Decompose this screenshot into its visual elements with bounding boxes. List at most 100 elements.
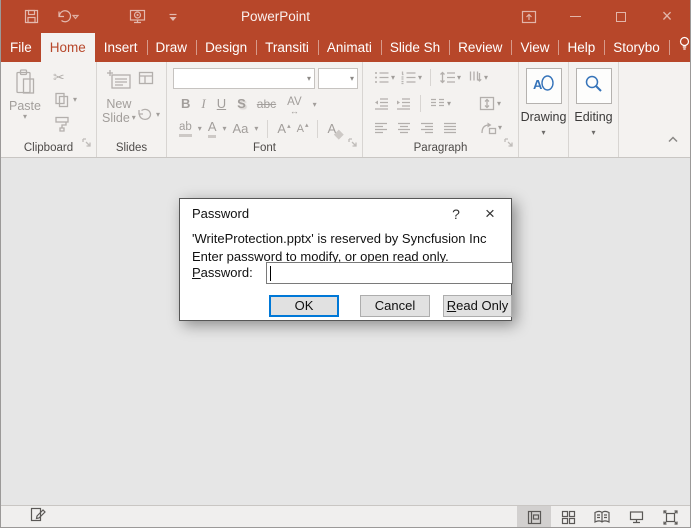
font-color-caret: ▾ xyxy=(222,125,226,133)
paste-button[interactable]: Paste ▾ xyxy=(9,68,41,121)
tab-design[interactable]: Design xyxy=(196,33,256,62)
drawing-label: Drawing xyxy=(519,110,568,124)
ribbon: Paste ▾ ✂ ▾ Clipboard New Slide▾ xyxy=(1,62,690,158)
text-direction-button[interactable]: ▾ xyxy=(466,69,488,86)
dialog-message-line1: 'WriteProtection.pptx' is reserved by Sy… xyxy=(192,230,499,248)
tab-storyboarding[interactable]: Storybo xyxy=(604,33,669,62)
underline-button[interactable]: U xyxy=(217,97,226,111)
strikethrough-button[interactable]: abc xyxy=(257,98,276,111)
tab-draw[interactable]: Draw xyxy=(147,33,197,62)
tab-file[interactable]: File xyxy=(1,33,41,62)
save-icon[interactable] xyxy=(23,8,40,25)
increase-indent-icon[interactable] xyxy=(395,96,412,111)
drawing-caret[interactable]: ▾ xyxy=(519,128,568,137)
fit-slide-to-window-button[interactable] xyxy=(653,506,687,528)
group-font: ▾ ▾ B I U S abc AV↔ ▾ ab ▾ A ▾ Aa ▾ A▴ xyxy=(167,62,363,157)
align-right-icon[interactable] xyxy=(419,121,435,135)
tab-slide-show[interactable]: Slide Sh xyxy=(381,33,449,62)
group-editing: Editing ▾ xyxy=(569,62,619,157)
dialog-help-button[interactable]: ? xyxy=(439,199,473,228)
read-only-button[interactable]: Read Only xyxy=(443,295,512,317)
tab-help[interactable]: Help xyxy=(558,33,604,62)
collapse-ribbon-icon[interactable] xyxy=(666,131,680,149)
grow-font-button[interactable]: A▴ xyxy=(277,122,290,136)
character-spacing-button[interactable]: AV↔ xyxy=(287,96,302,113)
reset-caret: ▾ xyxy=(156,111,160,119)
group-drawing: A Drawing ▾ xyxy=(519,62,569,157)
font-dialog-launcher-icon[interactable] xyxy=(348,135,358,153)
paragraph-dialog-launcher-icon[interactable] xyxy=(504,135,514,153)
font-color-button[interactable]: A xyxy=(208,120,217,138)
clipboard-dialog-launcher-icon[interactable] xyxy=(82,135,92,153)
text-direction-caret: ▾ xyxy=(484,74,488,82)
font-group-label: Font xyxy=(167,142,362,154)
tab-insert[interactable]: Insert xyxy=(95,33,147,62)
font-name-caret: ▾ xyxy=(307,75,311,83)
new-slide-button[interactable]: New Slide▾ xyxy=(102,68,136,125)
bullets-button[interactable]: ▾ xyxy=(373,69,395,86)
cut-icon[interactable]: ✂ xyxy=(53,70,77,84)
font-size-combobox[interactable]: ▾ xyxy=(318,68,358,89)
tab-view[interactable]: View xyxy=(511,33,558,62)
change-case-caret: ▾ xyxy=(254,125,258,133)
editing-caret[interactable]: ▾ xyxy=(569,128,618,137)
shrink-font-button[interactable]: A▴ xyxy=(297,123,309,135)
password-input[interactable] xyxy=(267,263,512,283)
italic-button[interactable]: I xyxy=(201,97,205,111)
bold-button[interactable]: B xyxy=(181,97,190,111)
format-painter-icon[interactable] xyxy=(53,115,77,137)
columns-button[interactable]: ▾ xyxy=(429,96,451,111)
change-case-button[interactable]: Aa xyxy=(233,122,249,136)
tab-tell-me[interactable]: Tell me xyxy=(669,33,691,62)
align-text-button[interactable]: ▾ xyxy=(478,95,501,112)
tab-transitions[interactable]: Transiti xyxy=(256,33,318,62)
customize-quick-access-icon[interactable] xyxy=(167,10,179,24)
ok-button[interactable]: OK xyxy=(269,295,339,317)
slides-group-label: Slides xyxy=(97,142,166,154)
paragraph-group-label: Paragraph xyxy=(363,142,518,154)
cancel-button[interactable]: Cancel xyxy=(360,295,430,317)
password-label: Password: xyxy=(192,265,253,280)
new-slide-icon xyxy=(106,68,132,97)
drawing-icon: A xyxy=(531,72,557,101)
dialog-title-bar: Password ? × xyxy=(180,199,511,228)
line-spacing-caret: ▾ xyxy=(457,74,461,82)
highlight-button[interactable]: ab xyxy=(179,121,192,138)
tab-home[interactable]: Home xyxy=(41,33,95,62)
start-slideshow-icon[interactable] xyxy=(128,8,147,25)
group-clipboard: Paste ▾ ✂ ▾ Clipboard xyxy=(1,62,97,157)
dialog-close-button[interactable]: × xyxy=(473,199,507,228)
ribbon-display-options-icon[interactable] xyxy=(506,0,552,33)
normal-view-button[interactable] xyxy=(517,506,551,528)
undo-icon[interactable] xyxy=(54,8,80,25)
decrease-indent-icon[interactable] xyxy=(373,96,390,111)
slide-sorter-view-button[interactable] xyxy=(551,506,585,528)
convert-smartart-button[interactable]: ▾ xyxy=(479,120,502,136)
text-cursor xyxy=(270,266,271,281)
line-spacing-button[interactable]: ▾ xyxy=(439,69,461,86)
copy-button[interactable]: ▾ xyxy=(53,91,77,108)
notes-icon[interactable] xyxy=(29,506,48,528)
minimize-button[interactable] xyxy=(552,0,598,33)
slide-layout-icon[interactable] xyxy=(137,70,160,91)
reading-view-button[interactable] xyxy=(585,506,619,528)
maximize-button[interactable] xyxy=(598,0,644,33)
editing-button[interactable] xyxy=(576,68,612,104)
highlight-caret: ▾ xyxy=(198,125,202,133)
slide-show-view-button[interactable] xyxy=(619,506,653,528)
align-center-icon[interactable] xyxy=(396,121,412,135)
justify-icon[interactable] xyxy=(442,121,458,135)
status-bar xyxy=(1,505,690,528)
document-canvas: Password ? × 'WriteProtection.pptx' is r… xyxy=(1,158,690,505)
view-buttons xyxy=(517,506,687,528)
tab-animations[interactable]: Animati xyxy=(318,33,381,62)
align-left-icon[interactable] xyxy=(373,121,389,135)
tab-review[interactable]: Review xyxy=(449,33,511,62)
reset-slide-button[interactable]: ▾ xyxy=(137,107,160,123)
clear-formatting-button[interactable]: A xyxy=(327,122,343,136)
font-name-combobox[interactable]: ▾ xyxy=(173,68,315,89)
close-button[interactable]: × xyxy=(644,0,690,33)
drawing-button[interactable]: A xyxy=(526,68,562,104)
text-shadow-button[interactable]: S xyxy=(237,97,246,111)
numbering-button[interactable]: ▾ xyxy=(400,69,422,86)
